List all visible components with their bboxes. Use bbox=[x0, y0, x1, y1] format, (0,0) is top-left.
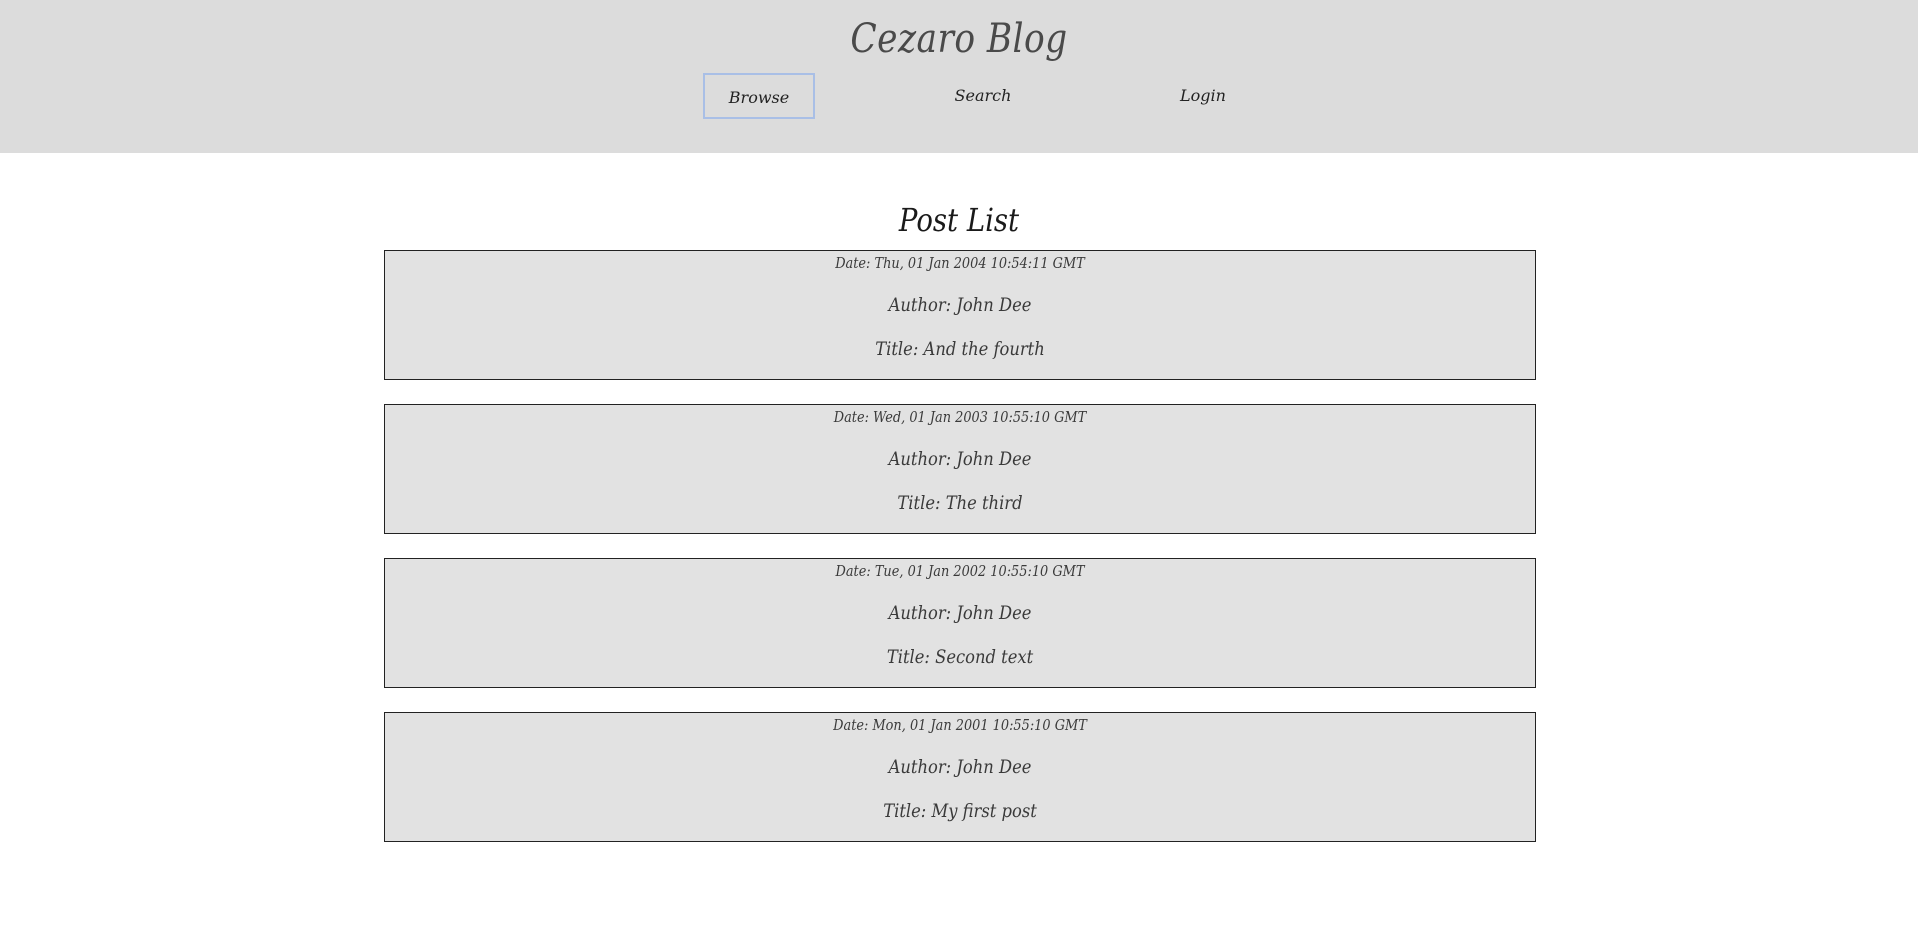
post-author: Author: John Dee bbox=[888, 448, 1032, 470]
post-date: Date: Wed, 01 Jan 2003 10:55:10 GMT bbox=[833, 408, 1087, 426]
nav-login-link[interactable]: Login bbox=[1153, 73, 1253, 119]
post-author: Author: John Dee bbox=[888, 602, 1032, 624]
post-date: Date: Mon, 01 Jan 2001 10:55:10 GMT bbox=[833, 716, 1087, 734]
site-title: Cezaro Blog bbox=[850, 16, 1068, 62]
post-title: Title: The third bbox=[897, 492, 1023, 514]
post-title: Title: My first post bbox=[883, 800, 1037, 822]
post-author: Author: John Dee bbox=[888, 294, 1032, 316]
site-header: Cezaro Blog Browse Search Login bbox=[0, 0, 1918, 153]
post-item[interactable]: Date: Mon, 01 Jan 2001 10:55:10 GMT Auth… bbox=[384, 712, 1536, 842]
post-author: Author: John Dee bbox=[888, 756, 1032, 778]
post-title: Title: Second text bbox=[886, 646, 1034, 668]
post-date: Date: Tue, 01 Jan 2002 10:55:10 GMT bbox=[835, 562, 1085, 580]
nav-search-link[interactable]: Search bbox=[933, 73, 1033, 119]
nav-browse-link[interactable]: Browse bbox=[703, 73, 815, 119]
post-title: Title: And the fourth bbox=[875, 338, 1045, 360]
post-item[interactable]: Date: Thu, 01 Jan 2004 10:54:11 GMT Auth… bbox=[384, 250, 1536, 380]
page-title: Post List bbox=[898, 201, 1020, 239]
post-item[interactable]: Date: Wed, 01 Jan 2003 10:55:10 GMT Auth… bbox=[384, 404, 1536, 534]
post-date: Date: Thu, 01 Jan 2004 10:54:11 GMT bbox=[835, 254, 1085, 272]
post-item[interactable]: Date: Tue, 01 Jan 2002 10:55:10 GMT Auth… bbox=[384, 558, 1536, 688]
